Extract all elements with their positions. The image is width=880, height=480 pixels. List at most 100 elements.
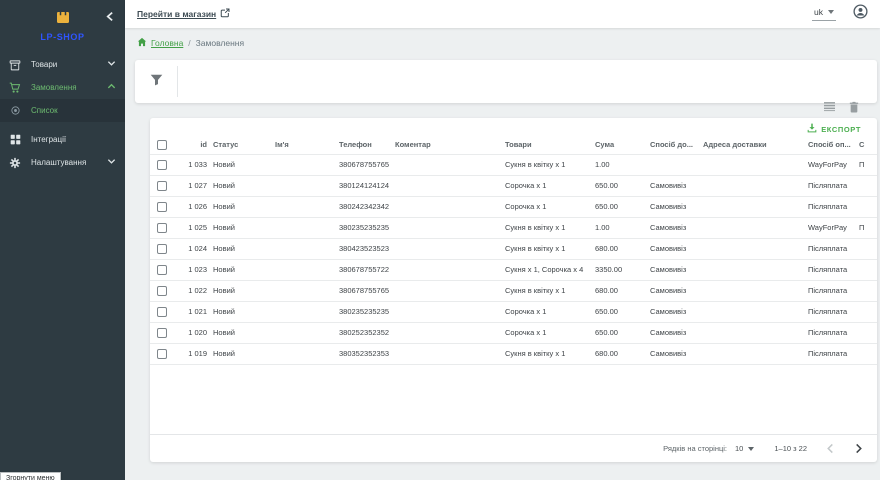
breadcrumb-separator: / (188, 38, 190, 48)
row-checkbox[interactable] (157, 160, 167, 170)
next-page-button[interactable] (854, 443, 863, 454)
column-header-goods[interactable]: Товари (499, 136, 589, 154)
view-list-button[interactable] (823, 101, 836, 112)
cell-payment: Післяплата (802, 238, 853, 259)
cell-delivery: Самовивіз (644, 175, 697, 196)
column-header-delivery[interactable]: Спосіб до... (644, 136, 697, 154)
logo[interactable]: LP-SHOP (0, 0, 125, 49)
cell-payment: Післяплата (802, 322, 853, 343)
cell-clipped (853, 322, 877, 343)
delete-button[interactable] (849, 101, 859, 113)
row-checkbox[interactable] (157, 307, 167, 317)
select-all-checkbox[interactable] (157, 140, 167, 150)
breadcrumb-home-link[interactable]: Головна (137, 37, 183, 49)
cell-comment (389, 217, 499, 238)
row-checkbox[interactable] (157, 202, 167, 212)
cell-sum: 1.00 (589, 217, 644, 238)
table-row[interactable]: 1 023 Новий 380678755722 Сукня х 1, Соро… (150, 259, 877, 280)
column-header-status[interactable]: Статус (207, 136, 269, 154)
table-row[interactable]: 1 024 Новий 380423523523 Сукня в квітку … (150, 238, 877, 259)
row-checkbox[interactable] (157, 244, 167, 254)
filter-toolbar (135, 60, 877, 103)
box-icon (9, 59, 21, 71)
language-value: uk (814, 7, 823, 17)
cell-status: Новий (207, 301, 269, 322)
cell-goods: Сукня х 1, Сорочка х 4 (499, 259, 589, 280)
cell-status: Новий (207, 196, 269, 217)
cell-id: 1 033 (180, 154, 207, 175)
table-row[interactable]: 1 022 Новий 380678755765 Сукня в квітку … (150, 280, 877, 301)
column-header-clipped[interactable]: С (853, 136, 877, 154)
export-button[interactable]: ЕКСПОРТ (807, 123, 861, 135)
table-row[interactable]: 1 019 Новий 380352352353 Сукня в квітку … (150, 343, 877, 364)
cell-delivery: Самовивіз (644, 322, 697, 343)
cell-phone: 380423523523 (333, 238, 389, 259)
cell-payment: Післяплата (802, 175, 853, 196)
cell-clipped (853, 301, 877, 322)
row-checkbox[interactable] (157, 223, 167, 233)
cell-goods: Сорочка х 1 (499, 175, 589, 196)
filter-funnel-icon (150, 73, 163, 91)
row-checkbox[interactable] (157, 286, 167, 296)
cell-name (269, 301, 333, 322)
rows-per-page-select[interactable]: 10 (735, 444, 754, 453)
table-row[interactable]: 1 020 Новий 380252352352 Сорочка х 1 650… (150, 322, 877, 343)
cell-phone: 380252352352 (333, 322, 389, 343)
cell-comment (389, 280, 499, 301)
sidebar-item-integrations[interactable]: Інтеграції (0, 128, 125, 151)
row-checkbox[interactable] (157, 349, 167, 359)
account-button[interactable] (852, 6, 868, 22)
column-header-phone[interactable]: Телефон (333, 136, 389, 154)
sidebar-item-orders-list[interactable]: Список (0, 99, 125, 122)
cell-status: Новий (207, 175, 269, 196)
table-row[interactable]: 1 026 Новий 380242342342 Сорочка х 1 650… (150, 196, 877, 217)
row-checkbox[interactable] (157, 181, 167, 191)
cell-delivery: Самовивіз (644, 238, 697, 259)
rows-per-page-value: 10 (735, 444, 743, 453)
table-row[interactable]: 1 027 Новий 380124124124 Сорочка х 1 650… (150, 175, 877, 196)
cell-comment (389, 343, 499, 364)
column-header-comment[interactable]: Коментар (389, 136, 499, 154)
pagination: Рядків на сторінці: 10 1–10 з 22 (150, 434, 877, 462)
table-row[interactable]: 1 025 Новий 380235235235 Сукня в квітку … (150, 217, 877, 238)
cell-goods: Сукня в квітку х 1 (499, 238, 589, 259)
cell-name (269, 217, 333, 238)
sidebar-item-orders[interactable]: Замовлення (0, 76, 125, 99)
cell-status: Новий (207, 238, 269, 259)
previous-page-button[interactable] (826, 443, 835, 454)
language-select[interactable]: uk (812, 7, 836, 21)
sidebar-item-settings[interactable]: Налаштування (0, 151, 125, 174)
cell-comment (389, 196, 499, 217)
column-header-payment[interactable]: Спосіб оп... (802, 136, 853, 154)
table-row[interactable]: 1 033 Новий 380678755765 Сукня в квітку … (150, 154, 877, 175)
table-row[interactable]: 1 021 Новий 380235235235 Сорочка х 1 650… (150, 301, 877, 322)
cell-address (697, 217, 802, 238)
table-header-row: id Статус Ім'я Телефон Коментар Товари С… (150, 136, 877, 154)
collapse-sidebar-button[interactable] (105, 9, 117, 21)
cell-comment (389, 175, 499, 196)
cell-address (697, 301, 802, 322)
filter-button[interactable] (135, 60, 177, 103)
column-header-sum[interactable]: Сума (589, 136, 644, 154)
row-checkbox[interactable] (157, 265, 167, 275)
cell-clipped (853, 343, 877, 364)
go-to-store-link[interactable]: Перейти в магазин (137, 8, 230, 20)
logo-text: LP-SHOP (40, 32, 84, 42)
breadcrumb-current: Замовлення (196, 38, 244, 48)
cell-clipped (853, 196, 877, 217)
cell-comment (389, 322, 499, 343)
row-checkbox[interactable] (157, 328, 167, 338)
cell-phone: 380678755765 (333, 154, 389, 175)
shopping-bag-logo-icon (54, 7, 72, 30)
column-header-address[interactable]: Адреса доставки (697, 136, 802, 154)
cell-address (697, 280, 802, 301)
cell-sum: 650.00 (589, 322, 644, 343)
topbar: Перейти в магазин uk (125, 0, 880, 28)
column-header-name[interactable]: Ім'я (269, 136, 333, 154)
sidebar-item-products[interactable]: Товари (0, 53, 125, 76)
cell-id: 1 022 (180, 280, 207, 301)
column-header-id[interactable]: id (180, 136, 207, 154)
cell-id: 1 020 (180, 322, 207, 343)
cell-id: 1 024 (180, 238, 207, 259)
cell-payment: Післяплата (802, 280, 853, 301)
